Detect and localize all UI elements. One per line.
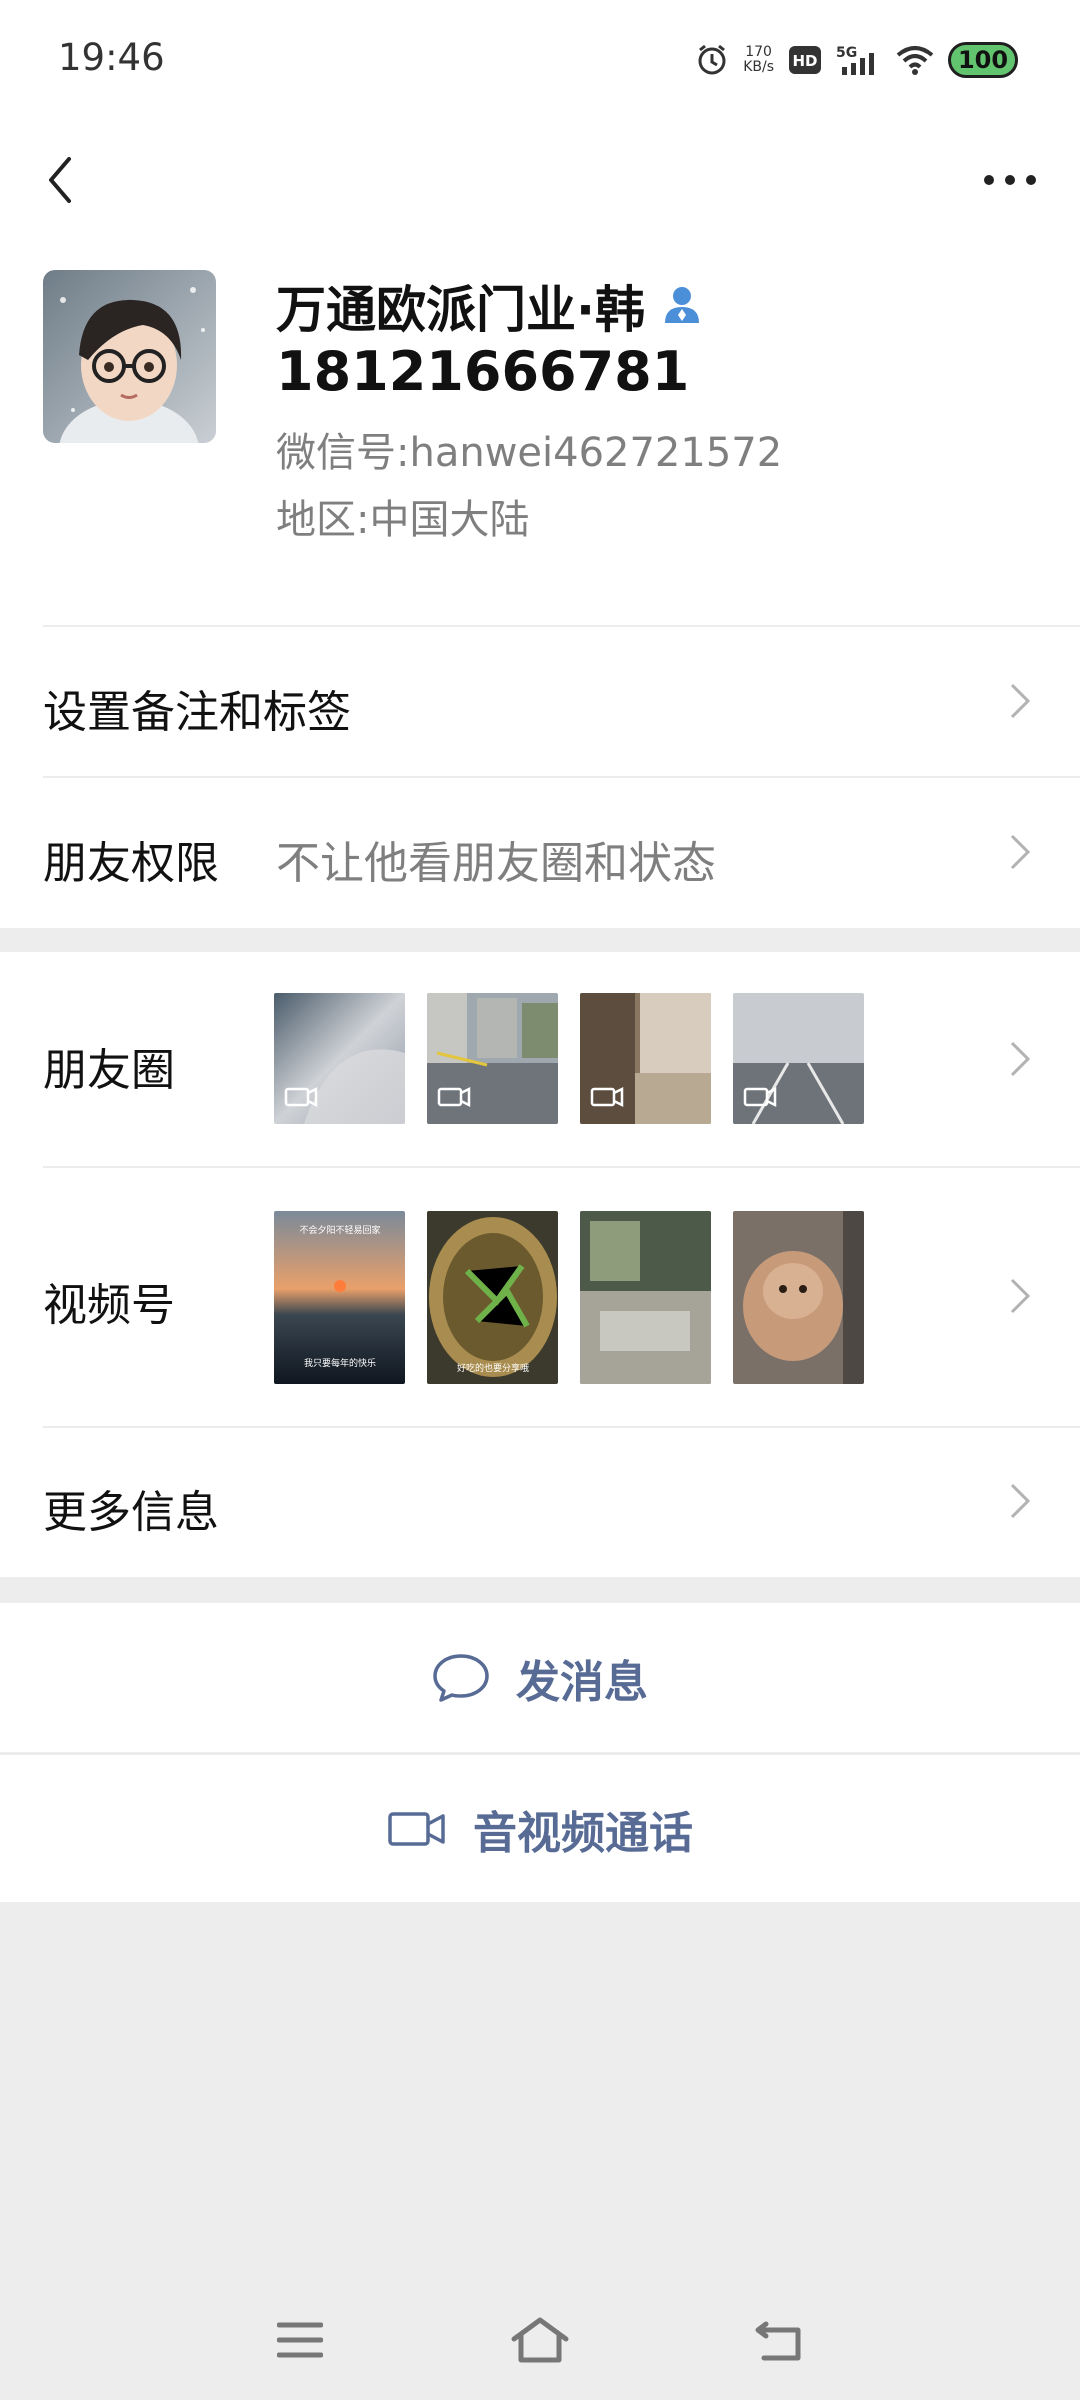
svg-text:5G: 5G bbox=[836, 45, 857, 61]
profile-header: 万通欧派门业·韩 18121666781 微信号:hanwei462721572… bbox=[0, 240, 1080, 625]
svg-text:我只要每年的快乐: 我只要每年的快乐 bbox=[304, 1357, 376, 1369]
moments-thumbnails bbox=[274, 993, 864, 1124]
divider bbox=[43, 1166, 1080, 1168]
svg-text:HD: HD bbox=[792, 52, 817, 70]
status-icons: 170 KB/s HD 5G 100 bbox=[695, 36, 1018, 84]
video-call-label: 音视频通话 bbox=[473, 1807, 693, 1859]
back-icon bbox=[755, 2321, 801, 2361]
region: 地区:中国大陆 bbox=[276, 497, 530, 543]
channels-thumbnail[interactable]: 好吃的也要分享哦 bbox=[427, 1211, 558, 1384]
friend-permissions-label: 朋友权限 bbox=[43, 838, 219, 889]
more-info-row[interactable]: 更多信息 bbox=[0, 1426, 1080, 1577]
video-camera-icon bbox=[388, 1811, 445, 1846]
divider bbox=[43, 1426, 1080, 1428]
contact-nickname: 18121666781 bbox=[276, 340, 690, 403]
friend-permissions-value: 不让他看朋友圈和状态 bbox=[276, 838, 716, 889]
chevron-right-icon bbox=[1010, 1278, 1031, 1314]
moments-thumbnail[interactable] bbox=[274, 993, 405, 1124]
remark-tags-row[interactable]: 设置备注和标签 bbox=[0, 625, 1080, 776]
divider bbox=[43, 776, 1080, 778]
top-navigation bbox=[0, 120, 1080, 240]
status-bar: 19:46 170 KB/s HD 5G 100 bbox=[0, 0, 1080, 120]
moments-thumbnail[interactable] bbox=[733, 993, 864, 1124]
moments-thumbnail[interactable] bbox=[580, 993, 711, 1124]
more-button[interactable] bbox=[970, 138, 1050, 222]
menu-button[interactable] bbox=[260, 2310, 340, 2370]
moments-label: 朋友圈 bbox=[43, 1045, 175, 1096]
moments-thumbnail[interactable] bbox=[427, 993, 558, 1124]
video-call-button[interactable]: 音视频通话 bbox=[0, 1753, 1080, 1902]
more-info-label: 更多信息 bbox=[43, 1487, 219, 1538]
back-nav-button[interactable] bbox=[740, 2310, 820, 2370]
menu-icon bbox=[277, 2322, 323, 2358]
wechat-id: 微信号:hanwei462721572 bbox=[276, 430, 783, 476]
channels-thumbnail[interactable] bbox=[733, 1211, 864, 1384]
battery-icon: 100 bbox=[948, 42, 1018, 78]
contact-name: 万通欧派门业·韩 bbox=[276, 281, 645, 339]
moments-row[interactable]: 朋友圈 bbox=[0, 952, 1080, 1166]
signal-5g-icon: 5G bbox=[836, 43, 882, 77]
content-group: 朋友圈 视频号 不会夕阳不轻易回家 我只要每年的快乐 好吃的也要分享哦 更多信息 bbox=[0, 952, 1080, 1577]
back-button[interactable] bbox=[30, 138, 90, 222]
network-speed: 170 KB/s bbox=[743, 44, 774, 75]
send-message-label: 发消息 bbox=[516, 1656, 648, 1708]
hd-icon: HD bbox=[788, 45, 822, 75]
chevron-right-icon bbox=[1010, 1483, 1031, 1519]
male-person-icon bbox=[661, 283, 703, 329]
home-icon bbox=[511, 2317, 569, 2363]
name-row: 万通欧派门业·韩 bbox=[276, 270, 703, 342]
svg-text:不会夕阳不轻易回家: 不会夕阳不轻易回家 bbox=[299, 1224, 380, 1236]
contact-profile-page: 19:46 170 KB/s HD 5G 100 万通欧派门业·韩 181216… bbox=[0, 0, 1080, 2400]
home-button[interactable] bbox=[500, 2310, 580, 2370]
channels-row[interactable]: 视频号 不会夕阳不轻易回家 我只要每年的快乐 好吃的也要分享哦 bbox=[0, 1166, 1080, 1426]
wifi-icon bbox=[896, 45, 934, 75]
chevron-right-icon bbox=[1010, 1041, 1031, 1077]
friend-permissions-row[interactable]: 朋友权限 不让他看朋友圈和状态 bbox=[0, 776, 1080, 928]
system-navigation-bar bbox=[0, 2280, 1080, 2400]
svg-text:好吃的也要分享哦: 好吃的也要分享哦 bbox=[457, 1362, 529, 1374]
alarm-icon bbox=[695, 43, 729, 77]
chevron-left-icon bbox=[49, 157, 71, 203]
channels-label: 视频号 bbox=[43, 1280, 175, 1331]
chevron-right-icon bbox=[1010, 834, 1031, 870]
status-time: 19:46 bbox=[58, 36, 165, 79]
more-dots-icon bbox=[984, 175, 1036, 185]
settings-group: 设置备注和标签 朋友权限 不让他看朋友圈和状态 bbox=[0, 625, 1080, 928]
chevron-right-icon bbox=[1010, 683, 1031, 719]
channels-thumbnail[interactable] bbox=[580, 1211, 711, 1384]
chat-bubble-icon bbox=[433, 1653, 489, 1702]
remark-tags-label: 设置备注和标签 bbox=[43, 687, 351, 738]
channels-thumbnails: 不会夕阳不轻易回家 我只要每年的快乐 好吃的也要分享哦 bbox=[274, 1211, 864, 1384]
send-message-button[interactable]: 发消息 bbox=[0, 1603, 1080, 1752]
avatar[interactable] bbox=[43, 270, 216, 443]
channels-thumbnail[interactable]: 不会夕阳不轻易回家 我只要每年的快乐 bbox=[274, 1211, 405, 1384]
divider bbox=[43, 625, 1080, 627]
